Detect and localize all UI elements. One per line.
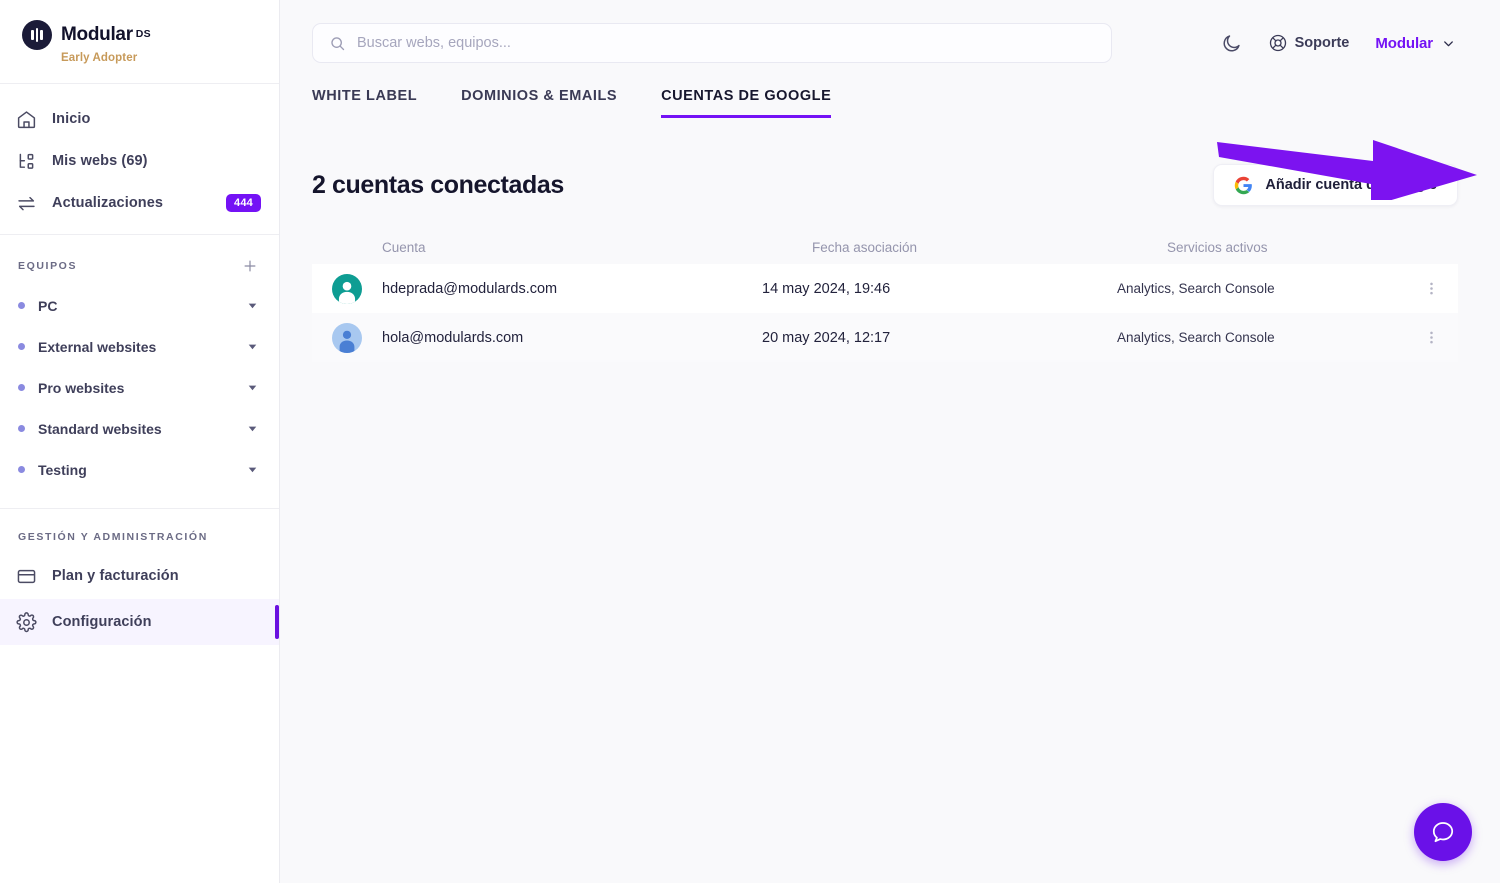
lifebuoy-icon (1268, 33, 1288, 53)
kebab-menu-icon[interactable] (1423, 329, 1440, 346)
search-input[interactable] (357, 35, 1095, 51)
chevron-down-icon[interactable] (246, 340, 259, 353)
team-label: Testing (38, 461, 87, 478)
chevron-down-icon[interactable] (246, 422, 259, 435)
chevron-down-icon (1441, 36, 1456, 51)
team-status-dot (18, 466, 25, 473)
sidebar-item-actualizaciones[interactable]: Actualizaciones 444 (0, 182, 279, 224)
tab-dominios-emails[interactable]: DOMINIOS & EMAILS (461, 88, 617, 118)
cell-account: hola@modulards.com (382, 329, 524, 346)
team-status-dot (18, 343, 25, 350)
teams-section-title: EQUIPOS (18, 260, 78, 272)
add-google-account-label: Añadir cuenta de Google (1265, 177, 1437, 193)
plus-icon[interactable] (241, 257, 259, 275)
brand-superscript: DS (135, 28, 151, 40)
table-row[interactable]: hdeprada@modulards.com 14 may 2024, 19:4… (312, 264, 1458, 313)
topbar-actions: Soporte Modular (1221, 33, 1456, 54)
tab-cuentas-de-google[interactable]: CUENTAS DE GOOGLE (661, 88, 832, 118)
avatar (332, 322, 362, 353)
moon-icon[interactable] (1221, 33, 1242, 54)
team-status-dot (18, 384, 25, 391)
chevron-down-icon[interactable] (246, 299, 259, 312)
modular-bars-logo (22, 20, 52, 50)
cell-services: Analytics, Search Console (1117, 330, 1275, 345)
sidebar-item-plan-y-facturacion[interactable]: Plan y facturación (0, 553, 279, 599)
sidebar-item-label: Configuración (52, 614, 152, 630)
team-label: Pro websites (38, 379, 125, 396)
updates-count-badge: 444 (226, 194, 261, 212)
brand-header[interactable]: Modular DS Early Adopter (0, 0, 279, 84)
avatar (332, 273, 362, 304)
main-area: Soporte Modular WHITE LABEL DOMINIOS & E… (280, 0, 1500, 883)
team-status-dot (18, 302, 25, 309)
cell-date: 14 may 2024, 19:46 (762, 280, 891, 297)
sitemap-icon (14, 149, 38, 173)
team-label: PC (38, 297, 58, 314)
sidebar-item-inicio[interactable]: Inicio (0, 98, 279, 140)
chevron-down-icon[interactable] (246, 381, 259, 394)
tab-white-label[interactable]: WHITE LABEL (312, 88, 417, 118)
sidebar-team-testing[interactable]: Testing (0, 449, 279, 490)
cell-services: Analytics, Search Console (1117, 281, 1275, 296)
support-label: Soporte (1294, 35, 1350, 51)
column-header-cuenta: Cuenta (382, 239, 426, 255)
column-header-servicios-activos: Servicios activos (1167, 239, 1268, 255)
admin-section-title: GESTIÓN Y ADMINISTRACIÓN (18, 531, 208, 543)
sidebar-item-label: Plan y facturación (52, 568, 179, 584)
add-google-account-button[interactable]: Añadir cuenta de Google (1213, 164, 1458, 206)
brand-name: Modular (61, 24, 133, 45)
sidebar-item-label: Inicio (52, 111, 91, 127)
content-area: 2 cuentas conectadas Añadir cuenta de Go… (280, 118, 1500, 362)
google-g-icon (1234, 176, 1253, 195)
team-label: Standard websites (38, 420, 162, 437)
support-button[interactable]: Soporte (1268, 33, 1350, 53)
chat-button[interactable] (1414, 803, 1472, 861)
teams-section-header: EQUIPOS (0, 235, 279, 285)
user-name: Modular (1375, 34, 1433, 52)
admin-section: GESTIÓN Y ADMINISTRACIÓN Plan y facturac… (0, 509, 279, 645)
active-indicator-bar (275, 605, 279, 639)
sidebar-team-external-websites[interactable]: External websites (0, 326, 279, 367)
teams-section: EQUIPOS PC External websites Pro website… (0, 235, 279, 509)
exchange-arrows-icon (14, 191, 38, 215)
sidebar-team-pc[interactable]: PC (0, 285, 279, 326)
topbar: Soporte Modular (280, 0, 1500, 86)
home-icon (14, 107, 38, 131)
cell-date: 20 may 2024, 12:17 (762, 329, 891, 346)
admin-section-header: GESTIÓN Y ADMINISTRACIÓN (0, 509, 279, 553)
content-header: 2 cuentas conectadas Añadir cuenta de Go… (312, 164, 1458, 206)
page-title: 2 cuentas conectadas (312, 170, 564, 199)
chevron-down-icon[interactable] (246, 463, 259, 476)
sidebar-item-label: Mis webs (69) (52, 153, 148, 169)
team-status-dot (18, 425, 25, 432)
sidebar-team-pro-websites[interactable]: Pro websites (0, 367, 279, 408)
gear-icon (14, 610, 38, 634)
team-label: External websites (38, 338, 157, 355)
sidebar-item-mis-webs[interactable]: Mis webs (69) (0, 140, 279, 182)
cell-account: hdeprada@modulards.com (382, 280, 558, 297)
primary-nav: Inicio Mis webs (69) Actualizaciones 444 (0, 84, 279, 235)
table-row[interactable]: hola@modulards.com 20 may 2024, 12:17 An… (312, 313, 1458, 362)
chat-bubble-icon (1430, 819, 1456, 845)
settings-tabs: WHITE LABEL DOMINIOS & EMAILS CUENTAS DE… (280, 88, 1500, 118)
brand-tagline: Early Adopter (61, 52, 138, 64)
sidebar-item-configuracion[interactable]: Configuración (0, 599, 279, 645)
google-accounts-table: Cuenta Fecha asociación Servicios activo… (312, 230, 1458, 362)
kebab-menu-icon[interactable] (1423, 280, 1440, 297)
sidebar: Modular DS Early Adopter Inicio Mis webs… (0, 0, 280, 883)
sidebar-team-standard-websites[interactable]: Standard websites (0, 408, 279, 449)
app-root: Modular DS Early Adopter Inicio Mis webs… (0, 0, 1500, 883)
search-icon (329, 35, 346, 52)
table-header-row: Cuenta Fecha asociación Servicios activo… (312, 230, 1458, 264)
sidebar-item-label: Actualizaciones (52, 195, 164, 211)
column-header-fecha-asociacion: Fecha asociación (812, 239, 918, 255)
credit-card-icon (14, 564, 38, 588)
search-box[interactable] (312, 23, 1112, 63)
user-menu[interactable]: Modular (1375, 35, 1456, 52)
